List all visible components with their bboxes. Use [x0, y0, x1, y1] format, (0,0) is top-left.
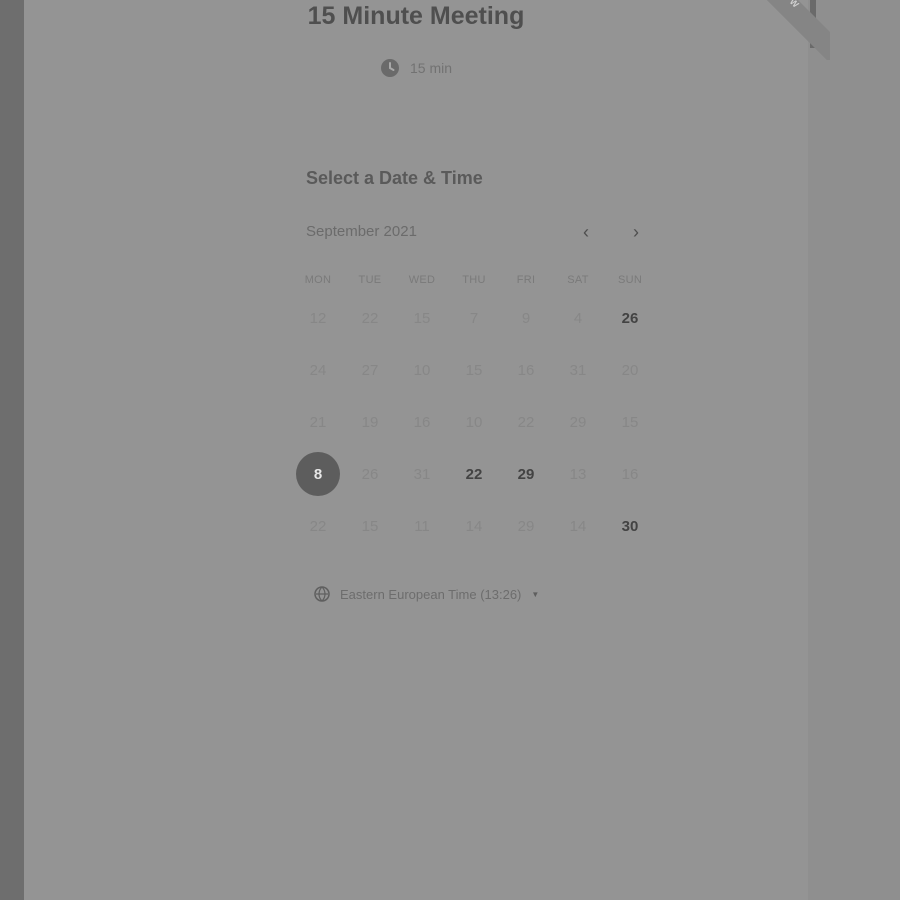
day-number: 19	[361, 413, 379, 431]
day-cell-unavailable: 31	[396, 448, 448, 500]
day-number: 13	[569, 465, 587, 483]
day-number: 29	[517, 517, 535, 535]
day-cell-unavailable: 4	[552, 292, 604, 344]
select-date-heading: Select a Date & Time	[306, 168, 483, 188]
day-number: 15	[621, 413, 639, 431]
day-cell-unavailable: 31	[552, 344, 604, 396]
day-cell-unavailable: 10	[396, 344, 448, 396]
day-cell-unavailable: 29	[500, 500, 552, 552]
day-cell-unavailable: 24	[292, 344, 344, 396]
day-cell-unavailable: 12	[292, 292, 344, 344]
day-number: 21	[309, 413, 327, 431]
day-number: 14	[465, 517, 483, 535]
day-number: 8	[296, 452, 340, 496]
weekday-header: MON	[304, 274, 332, 286]
day-number: 16	[621, 465, 639, 483]
day-cell-available[interactable]: 29	[500, 448, 552, 500]
scheduling-panel: 15 Minute Meeting 15 min Select a Date &…	[24, 0, 808, 900]
corner-ribbon: W	[760, 0, 830, 60]
weekday-header: WED	[408, 274, 436, 286]
timezone-selector[interactable]: Eastern European Time (13:26) ▼	[314, 586, 539, 602]
next-month-button[interactable]: ›	[626, 222, 646, 242]
day-number: 16	[517, 361, 535, 379]
day-number: 4	[573, 309, 583, 327]
day-number: 15	[465, 361, 483, 379]
day-number: 12	[309, 309, 327, 327]
day-number: 31	[413, 465, 431, 483]
globe-icon	[314, 586, 330, 602]
ribbon-band	[760, 0, 830, 60]
day-cell-unavailable: 15	[396, 292, 448, 344]
calendar-grid: MON TUE WED THU FRI SAT SUN 12 22 15 7 9 4 26 24 27 10 15…	[292, 268, 656, 552]
day-number: 14	[569, 517, 587, 535]
day-number: 22	[517, 413, 535, 431]
day-cell-unavailable: 10	[448, 396, 500, 448]
day-cell-unavailable: 16	[604, 448, 656, 500]
day-number: 27	[361, 361, 379, 379]
day-cell-unavailable: 15	[448, 344, 500, 396]
day-number: 20	[621, 361, 639, 379]
day-number: 31	[569, 361, 587, 379]
weekday-header: SAT	[567, 274, 589, 286]
day-cell-unavailable: 14	[448, 500, 500, 552]
day-number: 22	[361, 309, 379, 327]
duration-label: 15 min	[409, 60, 453, 76]
day-number: 26	[361, 465, 379, 483]
day-cell-unavailable: 13	[552, 448, 604, 500]
day-number: 10	[413, 361, 431, 379]
day-cell-selected[interactable]: 8	[292, 448, 344, 500]
month-label: September 2021	[306, 223, 417, 240]
day-number: 22	[465, 465, 483, 483]
timezone-label: Eastern European Time (13:26)	[340, 586, 522, 602]
day-cell-available[interactable]: 30	[604, 500, 656, 552]
day-cell-unavailable: 7	[448, 292, 500, 344]
day-number: 7	[469, 309, 479, 327]
day-number: 24	[309, 361, 327, 379]
day-cell-unavailable: 16	[396, 396, 448, 448]
day-number: 10	[465, 413, 483, 431]
day-cell-unavailable: 20	[604, 344, 656, 396]
event-duration: 15 min	[24, 58, 808, 78]
day-number: 26	[621, 309, 639, 327]
day-cell-unavailable: 22	[344, 292, 396, 344]
day-cell-unavailable: 29	[552, 396, 604, 448]
day-cell-unavailable: 26	[344, 448, 396, 500]
day-cell-unavailable: 22	[500, 396, 552, 448]
left-sidebar-strip	[0, 0, 24, 900]
day-cell-unavailable: 9	[500, 292, 552, 344]
day-number: 30	[621, 517, 639, 535]
day-cell-unavailable: 15	[604, 396, 656, 448]
day-cell-unavailable: 19	[344, 396, 396, 448]
day-number: 22	[309, 517, 327, 535]
day-number: 29	[517, 465, 535, 483]
previous-month-button[interactable]: ‹	[576, 222, 596, 242]
weekday-header: TUE	[358, 274, 382, 286]
day-cell-available[interactable]: 26	[604, 292, 656, 344]
caret-down-icon: ▼	[531, 589, 540, 599]
weekday-header: THU	[462, 274, 486, 286]
day-number: 9	[521, 309, 531, 327]
clock-icon	[380, 59, 399, 77]
day-cell-unavailable: 21	[292, 396, 344, 448]
day-cell-unavailable: 16	[500, 344, 552, 396]
day-number: 11	[414, 517, 430, 535]
chevron-left-icon: ‹	[583, 221, 589, 242]
day-cell-unavailable: 27	[344, 344, 396, 396]
day-cell-unavailable: 22	[292, 500, 344, 552]
day-cell-unavailable: 14	[552, 500, 604, 552]
day-cell-available[interactable]: 22	[448, 448, 500, 500]
weekday-header: FRI	[516, 274, 536, 286]
event-title: 15 Minute Meeting	[307, 2, 525, 30]
day-number: 16	[413, 413, 431, 431]
day-number: 29	[569, 413, 587, 431]
chevron-right-icon: ›	[633, 221, 639, 242]
day-cell-unavailable: 11	[396, 500, 448, 552]
day-cell-unavailable: 15	[344, 500, 396, 552]
day-number: 15	[361, 517, 379, 535]
day-number: 15	[413, 309, 431, 327]
weekday-header: SUN	[617, 274, 643, 286]
